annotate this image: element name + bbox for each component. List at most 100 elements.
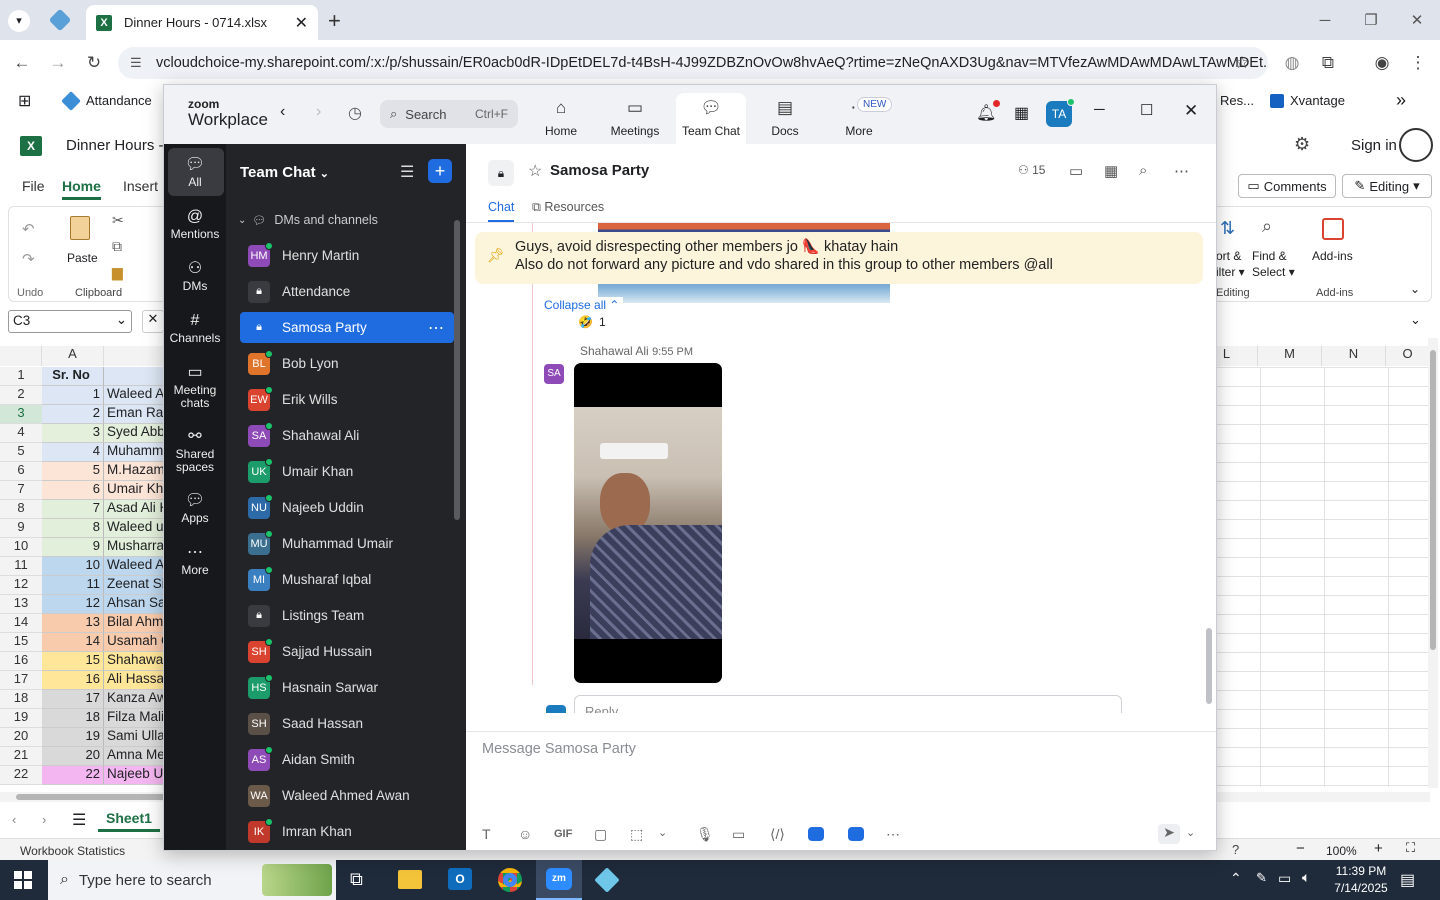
sr-no-cell[interactable]: 11: [42, 576, 104, 595]
sr-no-cell[interactable]: 19: [42, 728, 104, 747]
zoom-tab-team-chat[interactable]: 💬︎ Team Chat: [676, 93, 746, 144]
translate-icon[interactable]: ◍: [1278, 49, 1306, 77]
chat-scrollbar[interactable]: [1206, 628, 1212, 704]
channel-item[interactable]: WA Waleed Ahmed Awan: [240, 780, 454, 811]
bookmark-res[interactable]: Res...: [1220, 93, 1254, 108]
rail-channels[interactable]: # Channels: [164, 310, 226, 345]
sheet-nav-next-icon[interactable]: ›: [42, 812, 46, 827]
filter-icon[interactable]: ☰: [400, 162, 414, 182]
addins-button[interactable]: Add-ins: [1312, 249, 1353, 263]
name-cell[interactable]: Filza Mali: [104, 709, 164, 728]
tray-chevron-icon[interactable]: ⌃: [1230, 870, 1242, 887]
sr-no-cell[interactable]: 5: [42, 462, 104, 481]
sr-no-cell[interactable]: 12: [42, 595, 104, 614]
section-header[interactable]: ⌄ 💬︎ DMs and channels: [238, 213, 378, 227]
header-cell[interactable]: [104, 367, 164, 386]
close-window-icon[interactable]: ✕: [1402, 8, 1432, 32]
app-integration-2-icon[interactable]: [848, 827, 864, 841]
profile-icon[interactable]: ◉: [1368, 49, 1396, 77]
vertical-scrollbar[interactable]: [1428, 338, 1438, 788]
rail-more[interactable]: ⋯ More: [164, 542, 226, 577]
zoom-tab-docs[interactable]: ▤ Docs: [750, 93, 820, 144]
more-tools-icon[interactable]: ⋯: [886, 826, 900, 843]
column-header-m[interactable]: M: [1258, 346, 1322, 366]
taskbar-clock[interactable]: 11:39 PM 7/14/2025: [1326, 863, 1396, 897]
team-chat-title[interactable]: Team Chat ⌄: [240, 164, 329, 181]
windows-start-icon[interactable]: [14, 871, 32, 889]
name-cell[interactable]: Bilal Ahm: [104, 614, 164, 633]
workbook-title[interactable]: Dinner Hours -: [66, 137, 164, 154]
row-header[interactable]: 8: [0, 500, 42, 519]
screenshot-options-chevron-icon[interactable]: ⌄: [658, 826, 667, 839]
back-icon[interactable]: ←: [8, 49, 36, 77]
format-painter-icon[interactable]: ▆: [112, 264, 123, 281]
file-explorer-icon[interactable]: [398, 870, 422, 889]
row-header[interactable]: 11: [0, 557, 42, 576]
name-cell[interactable]: Waleed A: [104, 557, 164, 576]
row-header[interactable]: 2: [0, 386, 42, 405]
copy-icon[interactable]: ⧉: [112, 238, 122, 255]
minimize-window-icon[interactable]: ─: [1310, 8, 1340, 32]
video-call-icon[interactable]: ▭: [1069, 162, 1083, 180]
chrome-menu-icon[interactable]: ⋮: [1404, 49, 1432, 77]
search-icon[interactable]: ⌕: [1139, 162, 1147, 179]
close-tab-icon[interactable]: ✕: [295, 13, 308, 33]
site-info-icon[interactable]: ☰: [130, 55, 142, 71]
video-message-icon[interactable]: ▭: [732, 826, 745, 843]
subtab-chat[interactable]: Chat: [488, 200, 515, 222]
name-cell[interactable]: M.Hazam: [104, 462, 164, 481]
taskbar-search-box[interactable]: ⌕ Type here to search: [48, 860, 336, 900]
zoom-out-icon[interactable]: −: [1296, 840, 1305, 857]
task-view-icon[interactable]: ⧉: [350, 869, 363, 890]
comments-button[interactable]: ▭ Comments: [1238, 174, 1336, 198]
ribbon-tab-file[interactable]: File: [22, 178, 45, 194]
name-cell[interactable]: Asad Ali K: [104, 500, 164, 519]
code-snippet-icon[interactable]: ⟨/⟩: [770, 826, 785, 843]
pinned-tab-icon[interactable]: [48, 8, 72, 32]
zoom-in-icon[interactable]: +: [1374, 840, 1383, 857]
name-cell[interactable]: Shahawal: [104, 652, 164, 671]
rail-shared-spaces[interactable]: ⚯ Shared spaces: [164, 426, 226, 474]
paste-icon[interactable]: [70, 216, 90, 240]
sr-no-cell[interactable]: 8: [42, 519, 104, 538]
name-cell[interactable]: Kanza Aw: [104, 690, 164, 709]
tab-search-chevron-icon[interactable]: ▾: [8, 10, 30, 32]
sr-no-cell[interactable]: 6: [42, 481, 104, 500]
channel-item[interactable]: SA Shahawal Ali: [240, 420, 454, 451]
tray-pen-icon[interactable]: ✎: [1256, 870, 1267, 886]
formula-cancel-icon[interactable]: ✕: [142, 310, 164, 333]
new-tab-icon[interactable]: +: [328, 8, 341, 34]
channel-item[interactable]: UK Umair Khan: [240, 456, 454, 487]
notifications-icon[interactable]: ▤: [1400, 870, 1415, 890]
sort-filter-label[interactable]: ort & ilter ▾: [1216, 248, 1245, 280]
channel-item[interactable]: BL Bob Lyon: [240, 348, 454, 379]
sr-no-cell[interactable]: 22: [42, 766, 104, 785]
channel-item[interactable]: 🔒︎ Listings Team: [240, 600, 454, 631]
zoom-tab-home[interactable]: ⌂ Home: [526, 93, 596, 144]
row-header[interactable]: 12: [0, 576, 42, 595]
name-cell[interactable]: Ali Hassa: [104, 671, 164, 690]
emoji-icon[interactable]: ☺: [518, 826, 532, 842]
zoom-level[interactable]: 100%: [1326, 844, 1357, 858]
column-header-b[interactable]: [104, 346, 164, 366]
select-all-corner[interactable]: [0, 346, 42, 366]
row-header[interactable]: 15: [0, 633, 42, 652]
channel-item[interactable]: MI Musharaf Iqbal: [240, 564, 454, 595]
volume-icon[interactable]: 🔈︎: [1302, 869, 1310, 886]
channel-item[interactable]: NU Najeeb Uddin: [240, 492, 454, 523]
row-header[interactable]: 13: [0, 595, 42, 614]
column-header-o[interactable]: O: [1386, 346, 1430, 366]
zoom-back-icon[interactable]: ‹: [280, 103, 285, 121]
file-attach-icon[interactable]: ▢: [594, 826, 607, 843]
channel-item[interactable]: HM Henry Martin: [240, 240, 454, 271]
channel-title[interactable]: Samosa Party: [550, 162, 649, 179]
find-select-icon[interactable]: ⌕: [1262, 216, 1272, 237]
ribbon-tab-insert[interactable]: Insert: [123, 178, 158, 194]
app-diamond-icon[interactable]: [594, 867, 620, 893]
row-header[interactable]: 7: [0, 481, 42, 500]
name-box[interactable]: C3 ⌄: [8, 310, 132, 333]
sr-no-cell[interactable]: 15: [42, 652, 104, 671]
chrome-icon[interactable]: [498, 868, 522, 892]
outlook-icon[interactable]: O: [448, 868, 472, 890]
name-cell[interactable]: Usamah C: [104, 633, 164, 652]
